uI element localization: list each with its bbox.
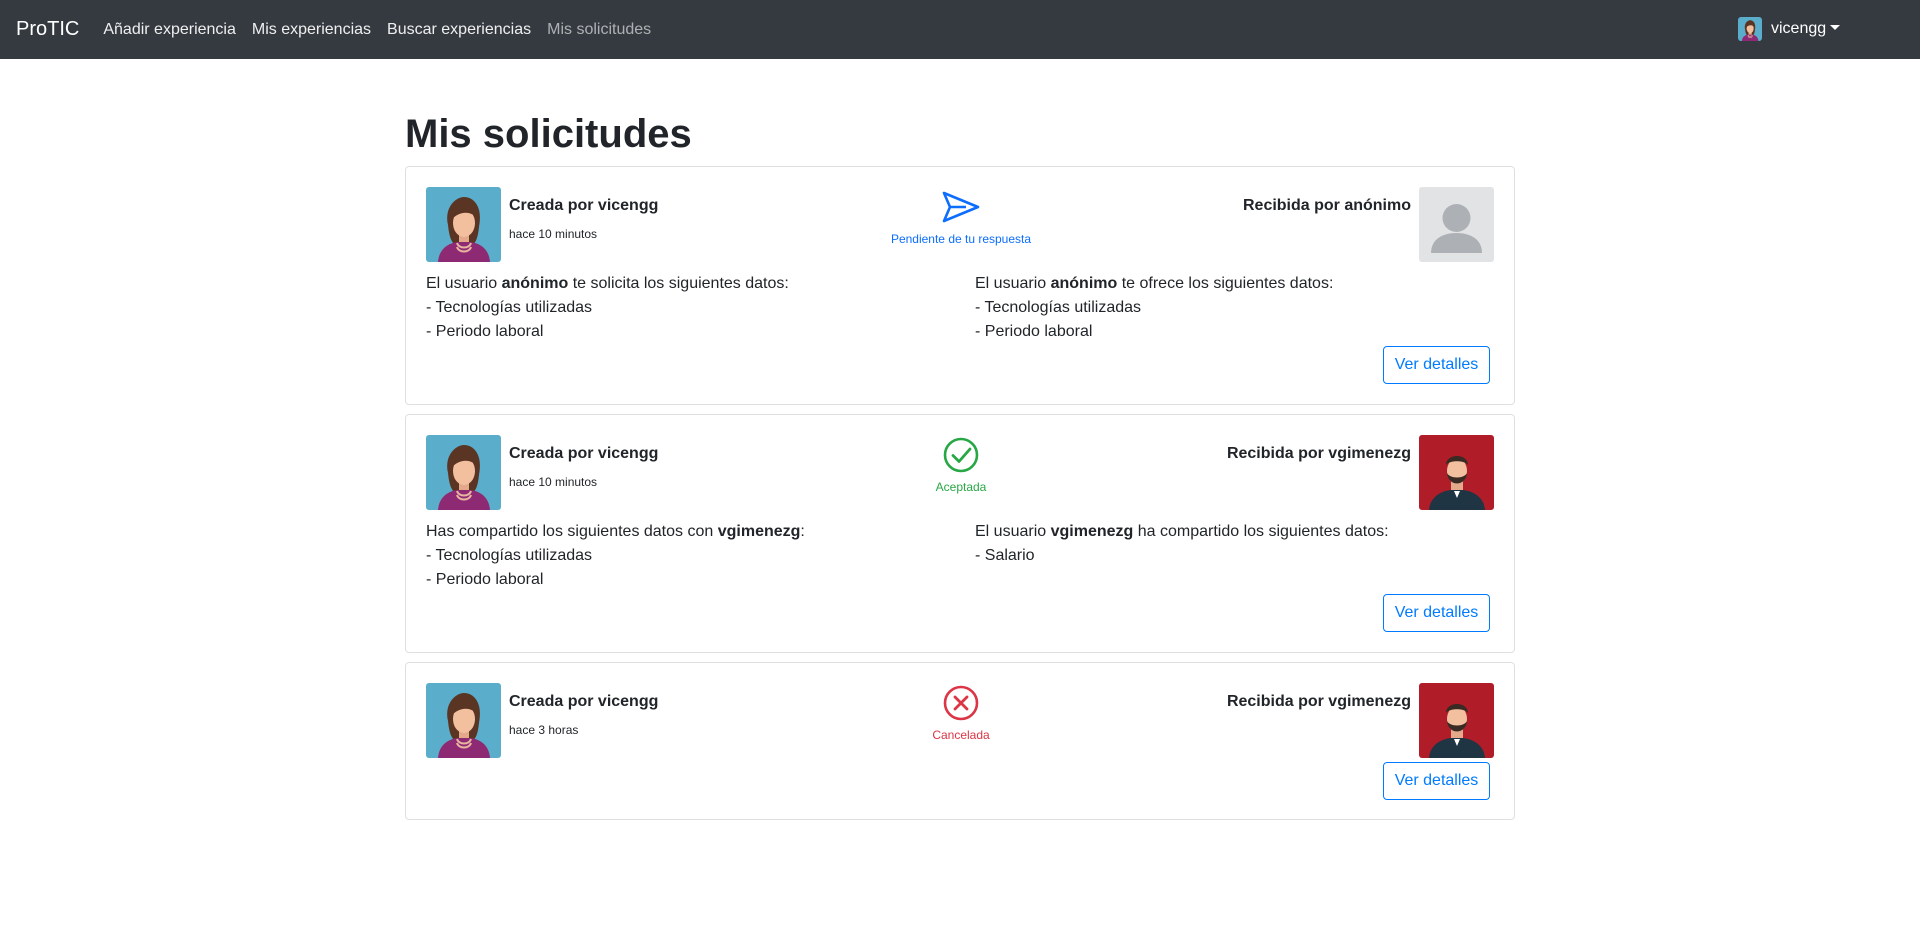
data-item: - Salario [975, 547, 1035, 564]
data-item: - Periodo laboral [426, 323, 544, 340]
created-time: hace 10 minutos [509, 475, 598, 489]
data-item: - Tecnologías utilizadas [426, 547, 593, 564]
status-label: Pendiente de tu respuesta [890, 232, 1032, 246]
receiver-label: Recibida por vgimenezg [1226, 445, 1411, 462]
data-item: - Periodo laboral [975, 323, 1093, 340]
created-time: hace 10 minutos [509, 227, 598, 241]
creator-avatar [426, 435, 501, 510]
view-details-button[interactable]: Ver detalles [1383, 594, 1490, 632]
view-details-button[interactable]: Ver detalles [1383, 762, 1490, 800]
creator-label: Creada por vicengg [509, 197, 659, 214]
offered-data-intro: El usuario anónimo te ofrece los siguien… [975, 275, 1334, 292]
request-card: Creada por vicengg hace 10 minutos Acept… [405, 414, 1515, 653]
status-pending: Pendiente de tu respuesta [861, 187, 1061, 246]
x-circle-icon [941, 683, 981, 723]
view-details-button[interactable]: Ver detalles [1383, 346, 1490, 384]
receiver-label: Recibida por vgimenezg [1226, 693, 1411, 710]
user-name: vicengg [1771, 20, 1827, 37]
request-card: Creada por vicengg hace 3 horas Cancelad… [405, 662, 1515, 820]
status-label: Cancelada [932, 728, 990, 742]
status-accepted: Aceptada [861, 435, 1061, 494]
chevron-down-icon [1830, 24, 1841, 30]
status-label: Aceptada [935, 480, 987, 494]
shared-data: Has compartido los siguientes datos con … [426, 520, 805, 592]
creator-avatar [426, 683, 501, 758]
creator-avatar [426, 187, 501, 262]
offered-data: El usuario anónimo te ofrece los siguien… [975, 272, 1333, 344]
requested-data-intro: El usuario anónimo te solicita los sigui… [426, 275, 789, 292]
send-icon [941, 187, 981, 227]
request-card: Creada por vicengg hace 10 minutos Pendi… [405, 166, 1515, 405]
shared-data-intro: Has compartido los siguientes datos con … [426, 523, 805, 540]
data-item: - Periodo laboral [426, 571, 544, 588]
check-circle-icon [941, 435, 981, 475]
receiver-label: Recibida por anónimo [1242, 197, 1411, 214]
creator-info: Creada por vicengg hace 10 minutos [509, 197, 658, 241]
received-data-intro: El usuario vgimenezg ha compartido los s… [975, 523, 1389, 540]
brand-logo[interactable]: ProTIC [16, 18, 79, 41]
status-cancelled: Cancelada [861, 683, 1061, 742]
requested-data: El usuario anónimo te solicita los sigui… [426, 272, 789, 344]
user-avatar [1738, 17, 1762, 41]
user-dropdown[interactable]: vicengg [1738, 17, 1841, 41]
creator-info: Creada por vicengg hace 3 horas [509, 693, 658, 737]
created-time: hace 3 horas [509, 723, 579, 737]
nav-my-requests[interactable]: Mis solicitudes [547, 21, 651, 39]
page-title: Mis solicitudes [405, 112, 692, 156]
receiver-avatar-anonymous [1419, 187, 1494, 262]
nav-search-experiences[interactable]: Buscar experiencias [387, 21, 531, 39]
creator-label: Creada por vicengg [509, 445, 659, 462]
receiver-avatar [1419, 435, 1494, 510]
data-item: - Tecnologías utilizadas [426, 299, 593, 316]
data-item: - Tecnologías utilizadas [975, 299, 1142, 316]
main-container: Mis solicitudes Creada por vicengg hace … [405, 59, 1515, 820]
nav-my-experiences[interactable]: Mis experiencias [252, 21, 371, 39]
creator-label: Creada por vicengg [509, 693, 659, 710]
receiver-avatar [1419, 683, 1494, 758]
navbar: ProTIC Añadir experiencia Mis experienci… [0, 0, 1920, 59]
nav-add-experience[interactable]: Añadir experiencia [103, 21, 236, 39]
received-data: El usuario vgimenezg ha compartido los s… [975, 520, 1389, 568]
creator-info: Creada por vicengg hace 10 minutos [509, 445, 658, 489]
